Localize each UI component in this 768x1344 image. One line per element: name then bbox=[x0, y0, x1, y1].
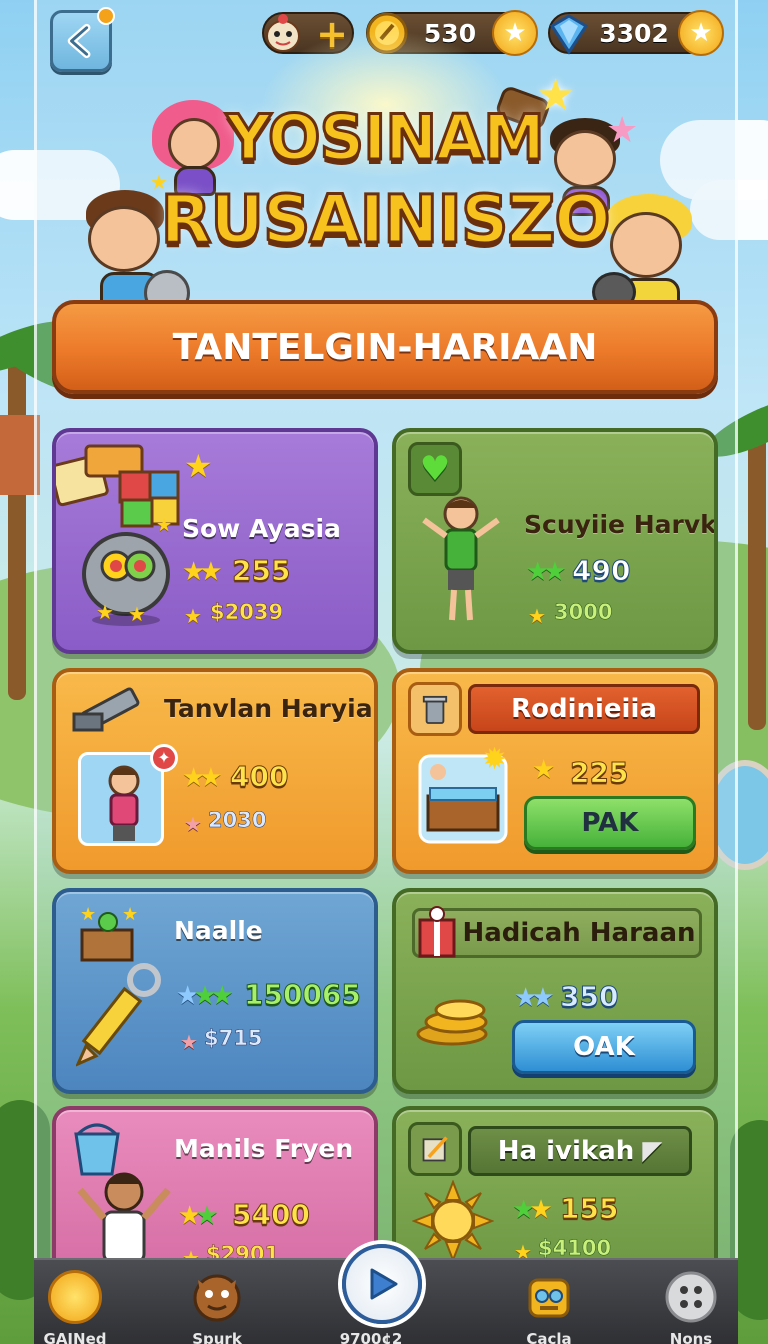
nav-label: Spurk bbox=[192, 1330, 242, 1344]
play-icon bbox=[370, 1268, 398, 1300]
reward-stars-icon: ★★ bbox=[512, 1195, 553, 1225]
card-naalle[interactable]: ★ ★ Naalle ★★★ 150065 ★ $715 bbox=[52, 888, 378, 1094]
reward-stars-icon: ★★ bbox=[514, 983, 555, 1013]
daily-banner[interactable]: TANTELGIN-HARIAAN bbox=[52, 300, 718, 394]
card-title-ribbon: Rodinieiia bbox=[468, 684, 700, 734]
card-title-ribbon: Ha ivikah ◤ bbox=[468, 1126, 692, 1176]
nav-item-gained[interactable]: GAINed bbox=[20, 1260, 130, 1344]
crate-box-icon: ★ ★ bbox=[80, 904, 138, 962]
nav-label: Nons bbox=[669, 1330, 713, 1344]
card-hadicah-haraan[interactable]: Hadicah Haraan ★★ 350 OAK bbox=[392, 888, 718, 1094]
card-name: Rodinieiia bbox=[511, 694, 657, 724]
card-name: Tanvlan Haryian bbox=[164, 694, 378, 723]
heart-badge-icon: ♥ bbox=[408, 442, 462, 496]
card-name: Manils Fryen bbox=[174, 1134, 354, 1163]
reward-stars-icon: ★ bbox=[532, 755, 555, 785]
card-primary-value: 350 bbox=[559, 980, 619, 1014]
reward-stars-icon: ★★★ bbox=[176, 981, 234, 1011]
boy-character-icon bbox=[422, 496, 500, 621]
nav-label: GAINed bbox=[43, 1330, 107, 1344]
gems-star-icon: ★ bbox=[678, 10, 724, 56]
card-secondary-value: 3000 bbox=[554, 600, 613, 625]
back-button[interactable] bbox=[50, 7, 115, 72]
gems-counter[interactable]: 3302 ★ bbox=[548, 10, 724, 56]
card-name: Sow Ayasia bbox=[182, 514, 341, 543]
reward-stars-icon: ★★ bbox=[182, 557, 223, 587]
alert-badge-icon: ✦ bbox=[150, 744, 178, 772]
card-secondary-value: $4100 bbox=[538, 1236, 612, 1261]
svg-text:★: ★ bbox=[80, 904, 96, 925]
sun-medal-icon bbox=[412, 1180, 494, 1262]
card-manils-fryen[interactable]: Manils Fryen ★★ 5400 ★ $2901 bbox=[52, 1106, 378, 1276]
pencil-icon bbox=[76, 963, 161, 1067]
card-name: Ha ivikah bbox=[497, 1136, 635, 1166]
coins-star-icon: ★ bbox=[492, 10, 538, 56]
pointer-arrow-icon: ◤ bbox=[642, 1136, 663, 1166]
reward-stars-icon: ★★ bbox=[182, 763, 223, 793]
nav-item-spurk[interactable]: Spurk bbox=[162, 1260, 272, 1344]
card-scuyiie-harvk[interactable]: ♥ Scuyiie Harvk ★★ 490 ★ 3000 bbox=[392, 428, 718, 654]
title-star-icon: ★ bbox=[184, 447, 213, 485]
nav-label: 9700¢2 bbox=[339, 1330, 403, 1344]
reward-small-star-icon: ★ bbox=[184, 604, 202, 628]
card-primary-value: 155 bbox=[559, 1192, 619, 1226]
reward-stars-icon: ★★ bbox=[526, 557, 567, 587]
card-secondary-value: 2030 bbox=[208, 808, 267, 833]
card-action-button[interactable]: OAK bbox=[512, 1020, 696, 1074]
back-arrow-icon bbox=[67, 23, 91, 59]
play-button[interactable] bbox=[342, 1244, 422, 1324]
reward-small-star-icon: ★ bbox=[180, 1030, 198, 1054]
card-primary-value: 150065 bbox=[244, 978, 362, 1012]
gems-value: 3302 bbox=[599, 18, 669, 48]
card-ha-ivikah[interactable]: Ha ivikah ◤ ★★ 155 ★ $4100 bbox=[392, 1106, 718, 1276]
card-secondary-value: $715 bbox=[204, 1026, 263, 1051]
card-primary-value: 255 bbox=[231, 554, 291, 588]
card-primary-value: 225 bbox=[569, 756, 629, 790]
menu-dots-icon bbox=[665, 1271, 717, 1323]
card-secondary-value: $2039 bbox=[210, 600, 284, 625]
card-name: Scuyiie Harvk bbox=[524, 510, 717, 539]
robot-head-icon bbox=[528, 1278, 570, 1318]
card-rodinieiia[interactable]: Rodinieiia ✹ ★ 225 PAK bbox=[392, 668, 718, 874]
character-portrait bbox=[78, 752, 164, 846]
monster-face-icon bbox=[193, 1274, 241, 1322]
gold-coins-icon bbox=[416, 999, 488, 1046]
sun-badge-icon: ✹ bbox=[482, 742, 508, 777]
card-name: Hadicah Haraan bbox=[462, 918, 696, 948]
title-line-1: YOSINAM bbox=[225, 100, 547, 176]
gift-box-icon bbox=[418, 906, 456, 958]
gem-icon bbox=[549, 14, 589, 55]
card-tanvlan-haryian[interactable]: Tanvlan Haryian ✦ ★★ 400 ★ 2030 bbox=[52, 668, 378, 874]
title-line-2: RUSAINISZO bbox=[159, 180, 612, 260]
hammer-tool-icon bbox=[72, 687, 140, 732]
game-title: YOSINAM RUSAINISZO bbox=[150, 96, 620, 266]
nav-item-cacla[interactable]: Cacla bbox=[494, 1260, 604, 1344]
reward-small-star-icon: ★ bbox=[528, 604, 546, 628]
gold-coin-icon bbox=[48, 1270, 102, 1324]
edit-note-icon bbox=[408, 1122, 462, 1176]
nav-item-nons[interactable]: Nons bbox=[636, 1260, 746, 1344]
card-primary-value: 400 bbox=[229, 760, 289, 794]
card-sow-ayasia[interactable]: ★ ★ ★ ★ Sow Ayasia ★★ 255 ★ $2039 bbox=[52, 428, 378, 654]
card-name: Naalle bbox=[174, 916, 263, 945]
nav-label: Cacla bbox=[526, 1330, 572, 1344]
svg-text:★: ★ bbox=[122, 904, 138, 925]
reward-small-star-icon: ★ bbox=[184, 812, 202, 836]
reward-stars-icon: ★★ bbox=[178, 1201, 219, 1231]
trash-bin-icon bbox=[408, 682, 462, 736]
card-primary-value: 5400 bbox=[232, 1198, 311, 1232]
card-action-button[interactable]: PAK bbox=[524, 796, 696, 850]
card-primary-value: 490 bbox=[571, 554, 631, 588]
notification-dot bbox=[97, 7, 115, 25]
